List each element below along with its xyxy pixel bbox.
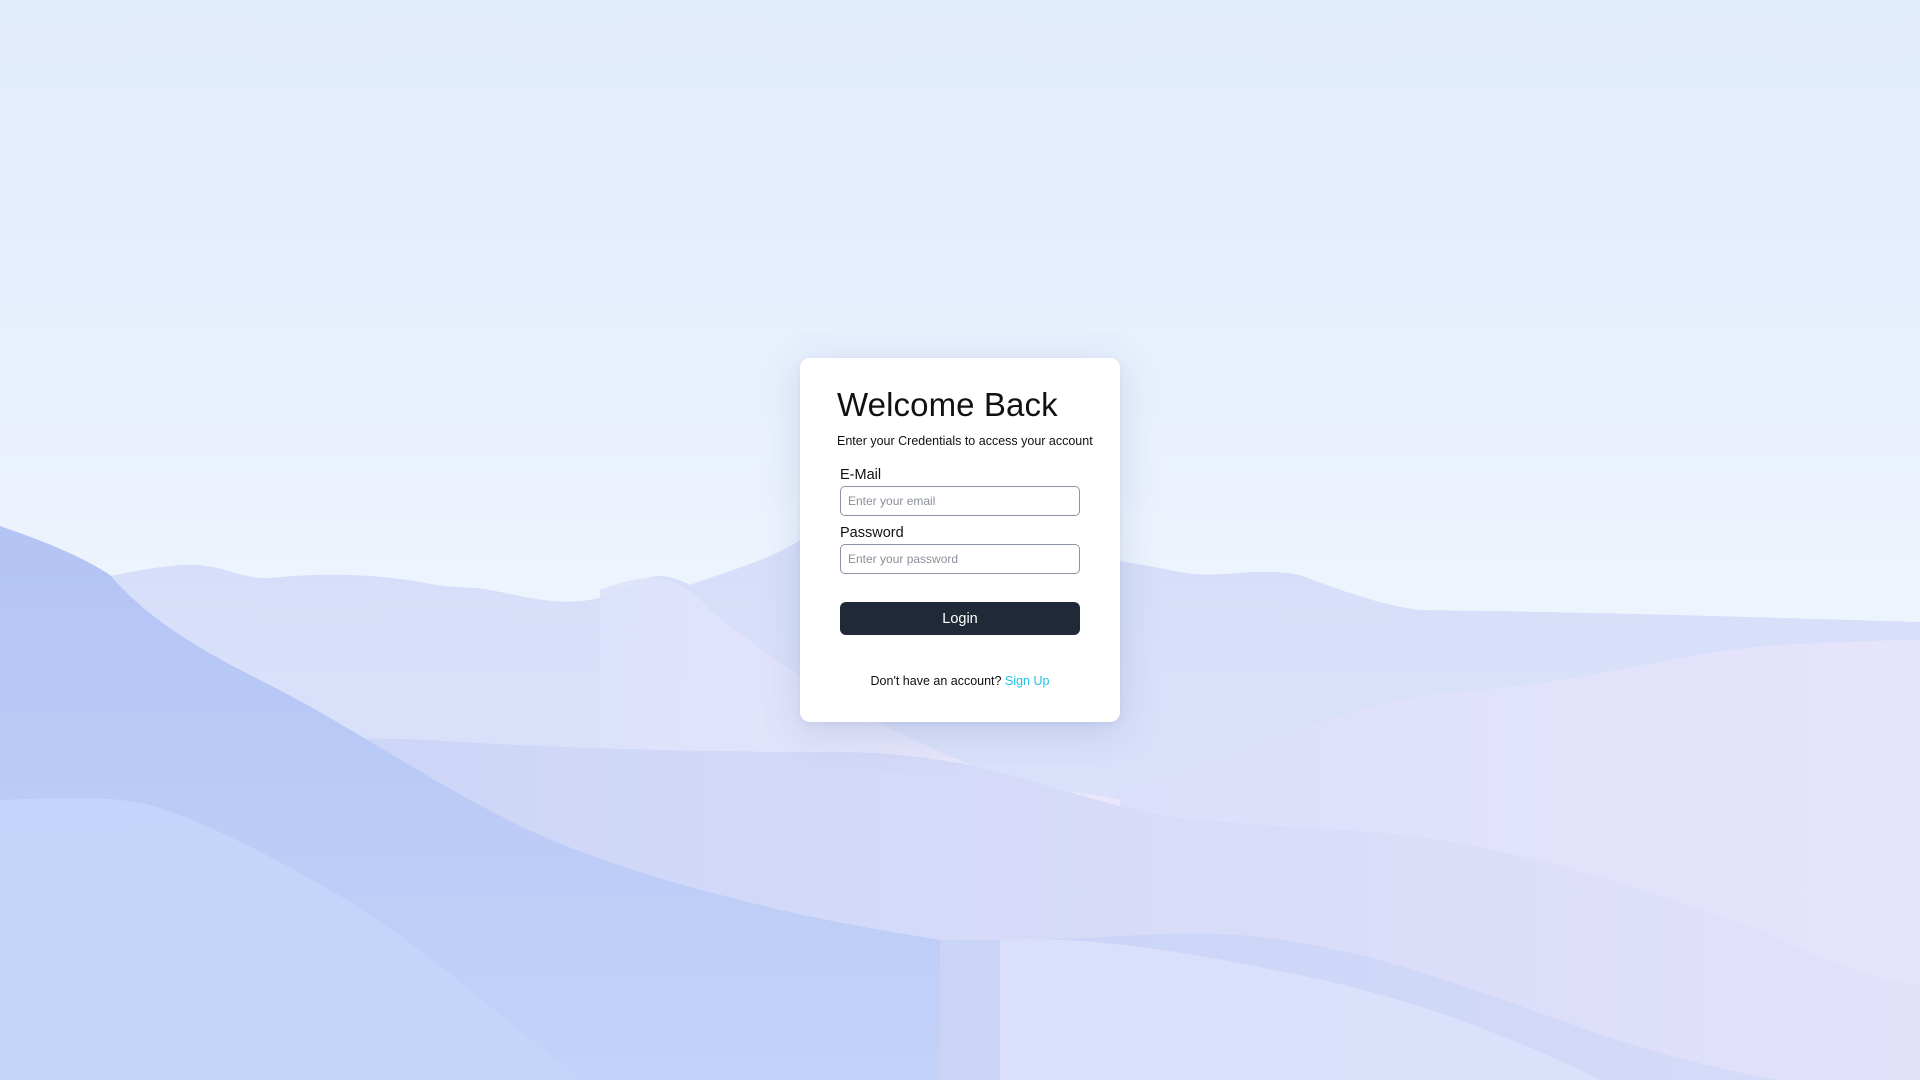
login-button[interactable]: Login <box>840 602 1080 635</box>
page-title: Welcome Back <box>837 386 1058 423</box>
signup-prompt: Don't have an account? Sign Up <box>800 674 1120 688</box>
login-card: Welcome Back Enter your Credentials to a… <box>800 358 1120 722</box>
signup-link[interactable]: Sign Up <box>1005 674 1049 688</box>
signup-prompt-text: Don't have an account? <box>870 674 1002 688</box>
email-label: E-Mail <box>840 467 882 483</box>
password-field[interactable] <box>840 544 1080 574</box>
email-field[interactable] <box>840 486 1080 516</box>
page-subtitle: Enter your Credentials to access your ac… <box>837 434 1093 448</box>
password-label: Password <box>840 525 904 541</box>
